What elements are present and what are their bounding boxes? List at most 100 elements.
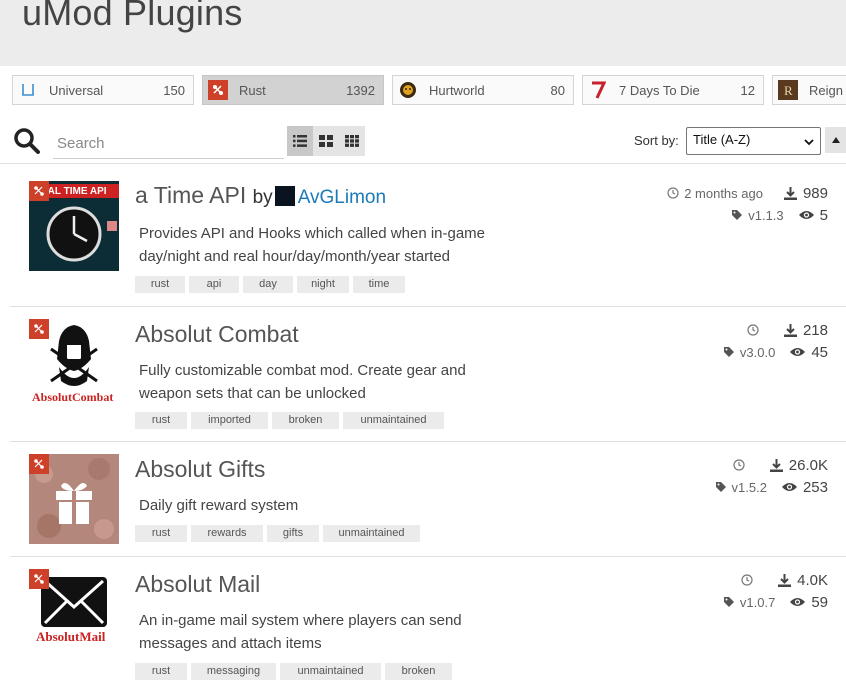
game-count: 150 — [163, 83, 185, 98]
plugin-list: EAL TIME API a Time API by AvGLimon Provi… — [10, 170, 846, 692]
game-name: Universal — [49, 83, 104, 98]
page-header: uMod Plugins — [0, 0, 846, 66]
tag[interactable]: day — [243, 276, 293, 293]
search-toolbar: Sort by: Title (A-Z) — [0, 120, 846, 164]
tag[interactable]: unmaintained — [323, 525, 420, 542]
eye-icon — [790, 348, 806, 356]
search-icon[interactable] — [12, 126, 42, 161]
plugin-thumbnail[interactable]: EAL TIME API — [29, 181, 119, 271]
thumb-text: EAL TIME API — [41, 186, 107, 197]
thumb-text: AbsolutMail — [36, 629, 106, 644]
tag[interactable]: messaging — [191, 663, 276, 680]
sort-select[interactable]: Title (A-Z) — [686, 127, 821, 155]
tag-icon — [732, 210, 743, 220]
plugin-meta: 2 months ago 989 v1.1.3 5 — [667, 182, 828, 226]
tag[interactable]: unmaintained — [343, 412, 444, 429]
plugin-title-text[interactable]: Absolut Gifts — [135, 456, 265, 482]
plugin-title[interactable]: Absolut Mail — [135, 571, 260, 598]
thumb-text: AbsolutCombat — [32, 390, 114, 404]
plugin-description: Daily gift reward system — [139, 497, 299, 514]
grid-small-icon — [345, 135, 359, 147]
tag-list: rust rewards gifts unmaintained — [135, 525, 420, 542]
tag[interactable]: rust — [135, 525, 187, 542]
plugin-title-text[interactable]: Absolut Mail — [135, 571, 260, 597]
caret-up-icon — [831, 137, 840, 143]
version: v3.0.0 — [739, 344, 776, 360]
tag[interactable]: broken — [272, 412, 339, 429]
tag[interactable]: api — [189, 276, 239, 293]
game-count: 1392 — [346, 83, 375, 98]
hurtworld-icon — [398, 80, 418, 100]
tag[interactable]: rust — [135, 663, 187, 680]
svg-text:R: R — [784, 83, 793, 98]
clock-icon — [667, 187, 679, 199]
download-count: 989 — [802, 184, 828, 202]
version: v1.5.2 — [731, 479, 767, 495]
download-icon — [783, 186, 797, 200]
tag[interactable]: unmaintained — [280, 663, 381, 680]
author-link[interactable]: AvGLimon — [298, 187, 386, 208]
version: v1.0.7 — [739, 594, 776, 610]
view-mode-group — [287, 126, 365, 156]
game-filter-universal[interactable]: Universal 150 — [12, 75, 194, 105]
clock-icon — [747, 324, 759, 336]
game-name: Reign o — [809, 83, 846, 98]
tag[interactable]: time — [353, 276, 405, 293]
tag[interactable]: night — [297, 276, 349, 293]
tag[interactable]: rust — [135, 276, 185, 293]
plugin-title[interactable]: a Time API by AvGLimon — [135, 182, 386, 209]
tag[interactable]: gifts — [267, 525, 319, 542]
view-count: 59 — [811, 593, 828, 611]
plugin-thumbnail[interactable]: AbsolutMail — [29, 569, 119, 659]
tag[interactable]: rewards — [191, 525, 263, 542]
version: v1.1.3 — [748, 207, 784, 223]
plugin-title-text[interactable]: a Time API — [135, 182, 246, 208]
plugin-thumbnail[interactable] — [29, 454, 119, 544]
sort-direction-button[interactable] — [825, 127, 846, 153]
plugin-meta: 218 v3.0.0 45 — [723, 319, 828, 363]
plugin-thumbnail[interactable]: AbsolutCombat — [29, 319, 119, 409]
plugin-title[interactable]: Absolut Gifts — [135, 456, 265, 483]
seven-days-icon — [588, 80, 608, 100]
game-filter-bar: Universal 150 Rust 1392 Hurtworld 80 7 D… — [0, 75, 846, 106]
author-avatar[interactable] — [274, 186, 295, 206]
plugin-row[interactable]: EAL TIME API a Time API by AvGLimon Provi… — [10, 170, 846, 307]
grid-small-view-button[interactable] — [339, 126, 365, 156]
download-icon — [778, 573, 792, 587]
sort-value: Title (A-Z) — [693, 132, 751, 147]
plugin-row[interactable]: Absolut Gifts Daily gift reward system r… — [10, 442, 846, 557]
reign-icon: R — [778, 80, 798, 100]
game-filter-rust[interactable]: Rust 1392 — [202, 75, 384, 105]
download-icon — [769, 458, 783, 472]
game-count: 80 — [550, 83, 565, 98]
download-count: 26.0K — [788, 456, 828, 474]
plugin-row[interactable]: AbsolutCombat Absolut Combat Fully custo… — [10, 307, 846, 442]
game-name: 7 Days To Die — [619, 83, 700, 98]
plugin-meta: 26.0K v1.5.2 253 — [715, 454, 828, 498]
tag[interactable]: imported — [191, 412, 268, 429]
tag-list: rust api day night time — [135, 276, 405, 293]
tag[interactable]: broken — [385, 663, 452, 680]
plugin-title-text[interactable]: Absolut Combat — [135, 321, 299, 347]
grid-large-view-button[interactable] — [313, 126, 339, 156]
by-label: by — [252, 187, 273, 208]
tag-icon — [723, 597, 734, 607]
rust-badge-icon — [29, 319, 49, 339]
game-filter-reign-of-kings[interactable]: R Reign o — [772, 75, 846, 105]
chevron-down-icon — [804, 135, 814, 150]
game-filter-7-days-to-die[interactable]: 7 Days To Die 12 — [582, 75, 764, 105]
updated-time: 2 months ago — [684, 185, 763, 201]
download-count: 4.0K — [797, 571, 828, 589]
game-filter-hurtworld[interactable]: Hurtworld 80 — [392, 75, 574, 105]
view-count: 45 — [811, 343, 828, 361]
list-view-button[interactable] — [287, 126, 313, 156]
game-name: Hurtworld — [429, 83, 485, 98]
search-input[interactable] — [53, 129, 284, 159]
eye-icon — [790, 598, 806, 606]
tag[interactable]: rust — [135, 412, 187, 429]
plugin-title[interactable]: Absolut Combat — [135, 321, 299, 348]
plugin-row[interactable]: AbsolutMail Absolut Mail An in-game mail… — [10, 557, 846, 692]
grid-large-icon — [319, 135, 333, 147]
view-count: 5 — [819, 206, 828, 224]
clock-icon — [733, 459, 745, 471]
